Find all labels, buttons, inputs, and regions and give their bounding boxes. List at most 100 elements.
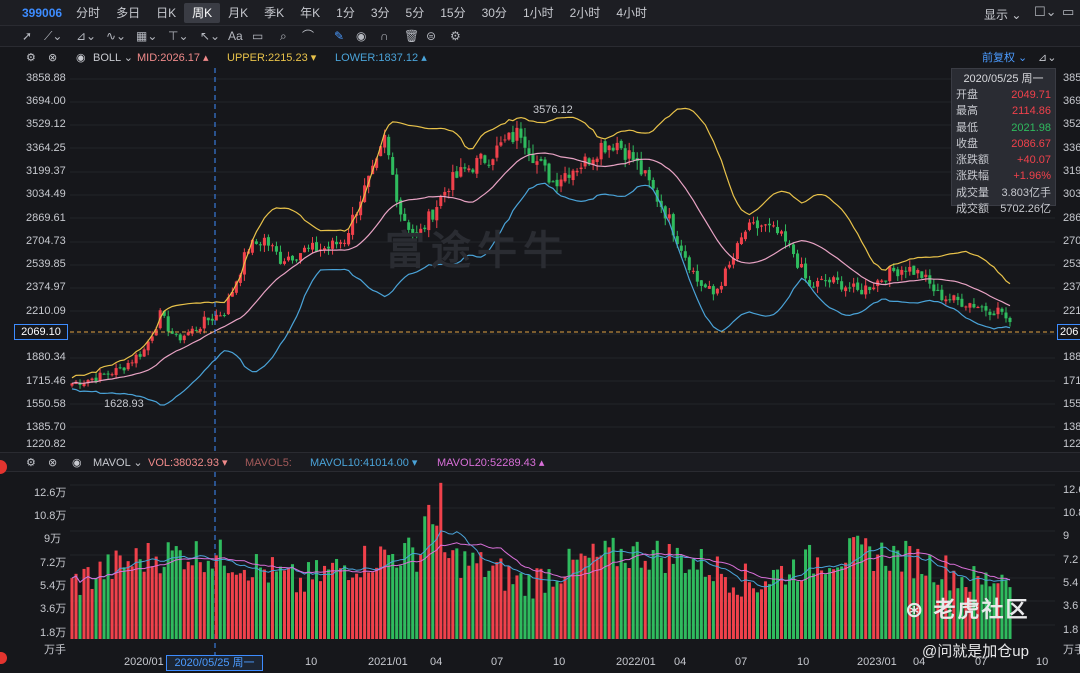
wave-tool-icon[interactable]: ∿⌄ bbox=[106, 28, 126, 44]
volume-bar bbox=[671, 563, 675, 639]
volume-bar bbox=[663, 572, 667, 639]
window-icon[interactable]: ▭ bbox=[1062, 4, 1074, 20]
candle-body bbox=[783, 231, 788, 242]
candle-body bbox=[102, 373, 106, 375]
period-quarterly[interactable]: 季K bbox=[256, 3, 292, 23]
price-tick: 3858.88 bbox=[26, 72, 66, 84]
period-5min[interactable]: 5分 bbox=[398, 3, 433, 23]
price-tick-right: 319 bbox=[1063, 165, 1080, 177]
time-tick: 07 bbox=[491, 656, 504, 668]
mavol-label[interactable]: MAVOL ⌄ bbox=[93, 453, 143, 473]
candle-body bbox=[306, 247, 311, 249]
volume-bar bbox=[294, 592, 299, 639]
settings-icon[interactable]: ⚙ bbox=[450, 28, 461, 44]
period-4hour[interactable]: 4小时 bbox=[608, 3, 655, 23]
candle-body bbox=[667, 214, 671, 219]
volume-bar bbox=[238, 573, 242, 639]
info-low-label: 最低 bbox=[956, 121, 978, 134]
candle-body bbox=[471, 169, 475, 173]
period-15min[interactable]: 15分 bbox=[432, 3, 473, 23]
candle-body bbox=[198, 328, 202, 332]
period-daily[interactable]: 日K bbox=[148, 3, 184, 23]
chart-type-icon[interactable]: ⊿⌄ bbox=[1038, 48, 1056, 68]
line-tool-icon[interactable]: ⟋⌄ bbox=[44, 28, 62, 44]
trash-icon[interactable]: 🗑 bbox=[404, 28, 419, 44]
volume-bar bbox=[647, 569, 651, 639]
period-yearly[interactable]: 年K bbox=[292, 3, 328, 23]
volume-bar bbox=[751, 588, 755, 639]
period-fenshi[interactable]: 分时 bbox=[68, 3, 108, 23]
notification-badge[interactable] bbox=[0, 652, 7, 664]
price-tick: 3694.00 bbox=[26, 95, 66, 107]
candle-body bbox=[727, 264, 731, 268]
measure-tool-icon[interactable]: ⊤⌄ bbox=[168, 28, 189, 44]
boll-lower-line bbox=[71, 182, 1011, 406]
gear-icon[interactable]: ⚙ bbox=[26, 453, 36, 473]
candle-body bbox=[908, 266, 912, 272]
volume-bar bbox=[455, 548, 459, 639]
vol-unit-right: 万手 bbox=[1063, 644, 1080, 656]
volume-bar bbox=[186, 561, 190, 639]
candle-body bbox=[623, 148, 627, 160]
period-3min[interactable]: 3分 bbox=[363, 3, 398, 23]
eye-icon[interactable]: ◉ bbox=[356, 28, 366, 44]
volume-bar bbox=[796, 581, 800, 639]
cursor-icon[interactable]: ➚ bbox=[22, 28, 32, 44]
price-tick-right: 336 bbox=[1063, 142, 1080, 154]
period-2hour[interactable]: 2小时 bbox=[562, 3, 609, 23]
eye-icon[interactable]: ◉ bbox=[76, 48, 86, 68]
period-weekly[interactable]: 周K bbox=[184, 2, 221, 23]
arrow-tool-icon[interactable]: ↖⌄ bbox=[200, 28, 220, 44]
volume-bar bbox=[892, 545, 896, 639]
lock-icon[interactable]: ∩ bbox=[380, 28, 389, 44]
volume-bar bbox=[347, 580, 351, 639]
period-30min[interactable]: 30分 bbox=[474, 3, 515, 23]
magnet-icon[interactable]: ⌒ bbox=[302, 28, 314, 44]
candle-body bbox=[595, 158, 599, 162]
checkbox-icon[interactable]: ☐⌄ bbox=[1034, 4, 1057, 20]
volume-bar bbox=[868, 546, 872, 639]
tiger-community-watermark: ⊛ 老虎社区 bbox=[905, 597, 1030, 622]
pencil-icon[interactable]: ✎ bbox=[334, 28, 344, 44]
volume-bar bbox=[896, 550, 900, 639]
volume-bar bbox=[695, 569, 699, 639]
gear-icon[interactable]: ⚙ bbox=[26, 48, 36, 68]
text-tool-icon[interactable]: Aa bbox=[228, 28, 243, 44]
close-icon[interactable]: ⊗ bbox=[48, 48, 57, 68]
display-menu[interactable]: 显示 ⌄ bbox=[984, 6, 1021, 23]
candle-body bbox=[936, 289, 940, 291]
candle-body bbox=[523, 136, 527, 148]
ruler-icon[interactable]: ▭ bbox=[252, 28, 263, 44]
period-monthly[interactable]: 月K bbox=[220, 3, 256, 23]
fib-tool-icon[interactable]: ▦⌄ bbox=[136, 28, 157, 44]
candle-body bbox=[860, 289, 864, 295]
period-1min[interactable]: 1分 bbox=[328, 3, 363, 23]
period-multiday[interactable]: 多日 bbox=[108, 3, 148, 23]
volume-bar bbox=[523, 595, 527, 639]
period-1hour[interactable]: 1小时 bbox=[515, 3, 562, 23]
info-high-value: 2114.86 bbox=[1012, 105, 1051, 118]
layers-icon[interactable]: ⊜ bbox=[426, 28, 436, 44]
candle-body bbox=[206, 317, 210, 321]
boll-label[interactable]: BOLL ⌄ bbox=[93, 48, 133, 68]
price-tick: 2539.85 bbox=[26, 258, 66, 270]
eye-icon[interactable]: ◉ bbox=[72, 453, 82, 473]
vol-tick: 9万 bbox=[44, 533, 62, 545]
adjust-menu[interactable]: 前复权 ⌄ bbox=[982, 48, 1027, 68]
info-low-value: 2021.98 bbox=[1011, 121, 1051, 134]
candle-body bbox=[984, 306, 988, 311]
channel-tool-icon[interactable]: ⊿⌄ bbox=[76, 28, 96, 44]
volume-bar bbox=[619, 548, 623, 639]
volume-bar bbox=[435, 525, 439, 639]
candle-body bbox=[387, 136, 391, 156]
zoom-icon[interactable]: ⌕ bbox=[280, 28, 287, 44]
volume-bar bbox=[391, 553, 395, 639]
volume-bar bbox=[707, 575, 711, 639]
time-tick: 10 bbox=[797, 656, 810, 668]
candle-body bbox=[487, 164, 491, 166]
close-icon[interactable]: ⊗ bbox=[48, 453, 57, 473]
candle-body bbox=[439, 196, 443, 206]
volume-bar bbox=[551, 586, 555, 639]
volume-chart[interactable] bbox=[0, 472, 1080, 656]
price-tick: 3034.49 bbox=[26, 188, 66, 200]
